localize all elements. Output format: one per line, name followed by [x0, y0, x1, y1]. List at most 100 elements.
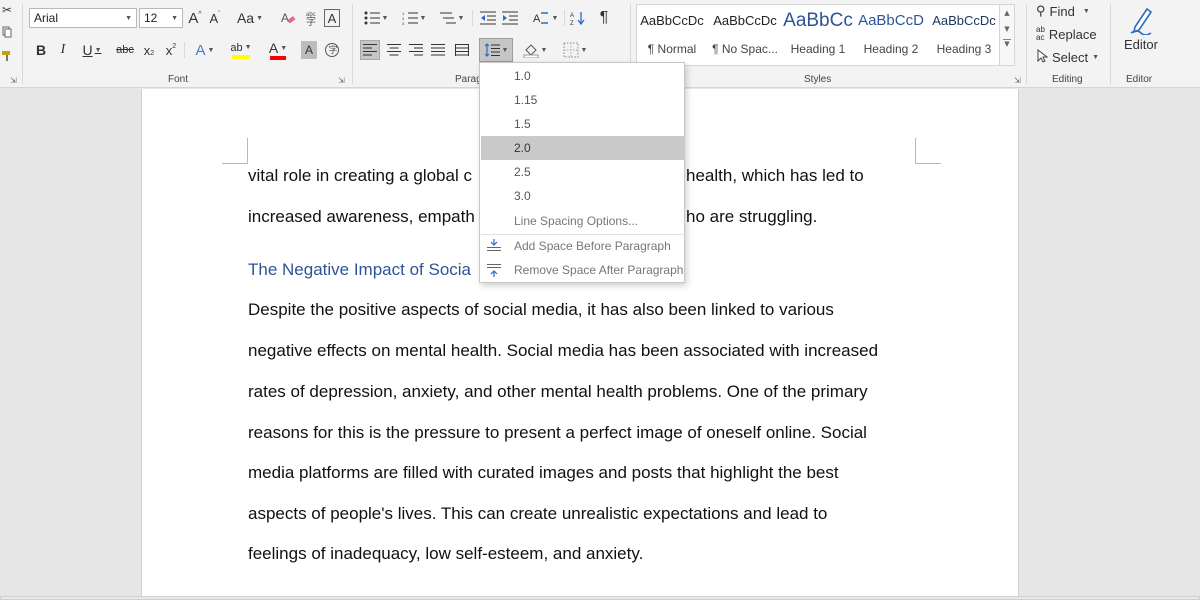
scroll-down-icon[interactable]: ▼	[1000, 25, 1014, 33]
align-center-button[interactable]	[384, 40, 404, 60]
justify-button[interactable]	[428, 40, 448, 60]
svg-text:字: 字	[306, 15, 316, 26]
paragraph-line: increased awareness, empath	[248, 207, 475, 226]
editor-label: Editor	[1124, 36, 1158, 52]
style-heading-2[interactable]: AaBbCcD Heading 2	[855, 6, 927, 64]
remove-space-after-paragraph-item[interactable]: Remove Space After Paragraph	[481, 258, 685, 282]
distributed-button[interactable]	[452, 40, 472, 60]
line-spacing-option-1-5[interactable]: 1.5	[481, 112, 685, 136]
style-name: Heading 3	[936, 42, 992, 56]
scroll-up-icon[interactable]: ▲	[1000, 9, 1014, 17]
underline-button[interactable]: U ▼	[78, 40, 106, 60]
font-size-combo[interactable]: 12 ▼	[139, 8, 183, 28]
multilevel-list-button[interactable]: ▼	[436, 8, 468, 28]
line-spacing-options-item[interactable]: Line Spacing Options...	[481, 209, 685, 233]
style-heading-3[interactable]: AaBbCcDc Heading 3	[928, 6, 1000, 64]
style-sample: AaBbCcDc	[932, 13, 996, 28]
font-launcher-icon[interactable]: ⇲	[338, 76, 345, 85]
strikethrough-button[interactable]: abc	[114, 40, 136, 60]
copy-icon[interactable]	[0, 24, 14, 40]
line-spacing-option-3-0[interactable]: 3.0	[481, 184, 685, 208]
bold-icon: B	[35, 42, 47, 58]
find-button[interactable]: ⚲ Find ▼	[1036, 2, 1102, 20]
divider	[352, 4, 353, 84]
margin-corner-mark	[915, 138, 941, 164]
more-styles-icon[interactable]: ▼	[1003, 39, 1011, 48]
style-normal[interactable]: AaBbCcDc ¶ Normal	[636, 6, 708, 64]
paragraph-line: health, which has led to	[686, 166, 864, 185]
format-painter-icon[interactable]	[0, 48, 14, 64]
svg-text:A: A	[533, 13, 541, 25]
style-name: Heading 2	[863, 42, 919, 56]
style-sample: AaBbCcDc	[713, 13, 777, 28]
text-effects-button[interactable]: A ▼	[190, 40, 220, 60]
divider	[564, 10, 565, 26]
clear-formatting-button[interactable]: A	[279, 8, 297, 28]
line-spacing-button[interactable]: ▼	[479, 38, 513, 62]
asian-layout-button[interactable]: A ▼	[528, 8, 562, 28]
grow-font-button[interactable]: A ^	[187, 8, 203, 28]
paragraph-line: ho are struggling.	[686, 207, 818, 226]
bold-button[interactable]: B	[33, 40, 49, 60]
line-spacing-option-1-15[interactable]: 1.15	[481, 88, 685, 112]
superscript-button[interactable]: x2	[162, 40, 180, 60]
sort-button[interactable]: AZ	[568, 8, 588, 28]
paragraph-line: vital role in creating a global c	[248, 166, 472, 185]
body-line: Despite the positive aspects of social m…	[248, 300, 834, 319]
change-case-icon: Aa	[236, 10, 255, 26]
enclose-characters-button[interactable]: A	[324, 9, 340, 27]
borders-button[interactable]: ▼	[558, 40, 592, 60]
grow-font-icon: A	[188, 9, 199, 27]
highlight-color-swatch	[232, 54, 250, 59]
pilcrow-icon: ¶	[599, 9, 609, 26]
increase-indent-button[interactable]	[500, 8, 520, 28]
body-line: rates of depression, anxiety, and other …	[248, 382, 868, 401]
section-heading: The Negative Impact of Socia	[248, 260, 472, 279]
change-case-button[interactable]: Aa ▼	[233, 8, 267, 28]
line-spacing-option-2-5[interactable]: 2.5	[481, 160, 685, 184]
body-line: reasons for this is the pressure to pres…	[248, 423, 867, 442]
editor-group-label: Editor	[1126, 74, 1153, 85]
font-name-combo[interactable]: Arial ▼	[29, 8, 137, 28]
align-right-icon	[409, 44, 423, 56]
select-button[interactable]: Select ▼	[1036, 48, 1102, 66]
editor-button[interactable]: Editor	[1118, 2, 1164, 54]
show-formatting-marks-button[interactable]: ¶	[594, 8, 614, 28]
distributed-icon	[455, 44, 469, 56]
align-right-button[interactable]	[406, 40, 426, 60]
style-heading-1[interactable]: AaBbCc Heading 1	[782, 6, 854, 64]
bullets-button[interactable]: ▼	[360, 8, 392, 28]
shading-button[interactable]: ▼	[520, 40, 550, 60]
align-left-button[interactable]	[360, 40, 380, 60]
numbering-icon: 123	[402, 11, 418, 25]
font-name-value: Arial	[34, 11, 59, 25]
replace-button[interactable]: ab ac Replace	[1036, 25, 1102, 43]
editor-pen-icon	[1130, 7, 1153, 35]
style-no-spacing[interactable]: AaBbCcDc ¶ No Spac...	[709, 6, 781, 64]
highlight-button[interactable]: ab ▼	[224, 40, 258, 60]
multilevel-list-icon	[439, 12, 456, 24]
add-space-before-paragraph-item[interactable]: Add Space Before Paragraph	[481, 234, 685, 258]
numbering-button[interactable]: 123 ▼	[398, 8, 430, 28]
bullets-icon	[364, 11, 380, 25]
subscript-button[interactable]: x2	[140, 40, 158, 60]
shrink-font-button[interactable]: Aˇ	[207, 8, 223, 28]
styles-launcher-icon[interactable]: ⇲	[1014, 76, 1021, 85]
remove-space-after-icon	[487, 264, 501, 277]
highlighter-icon: ab	[230, 41, 243, 54]
chevron-down-icon: ▼	[171, 14, 178, 22]
clipboard-launcher-icon[interactable]: ⇲	[10, 76, 17, 85]
character-shading-button[interactable]: A	[301, 41, 317, 59]
line-spacing-option-2-0[interactable]: 2.0	[481, 136, 685, 160]
enclosed-characters-button[interactable]: 字	[323, 40, 341, 60]
font-color-button[interactable]: A ▼	[262, 40, 294, 60]
line-spacing-option-1-0[interactable]: 1.0	[481, 64, 685, 88]
select-label: Select	[1052, 49, 1089, 65]
cut-icon[interactable]: ✂	[0, 2, 14, 18]
italic-button[interactable]: I	[55, 40, 71, 60]
decrease-indent-button[interactable]	[478, 8, 498, 28]
horizontal-scrollbar[interactable]	[0, 596, 1200, 600]
replace-icon: ab ac	[1036, 25, 1045, 42]
phonetic-guide-button[interactable]: abc 字	[302, 8, 320, 28]
decrease-indent-icon	[480, 11, 496, 25]
